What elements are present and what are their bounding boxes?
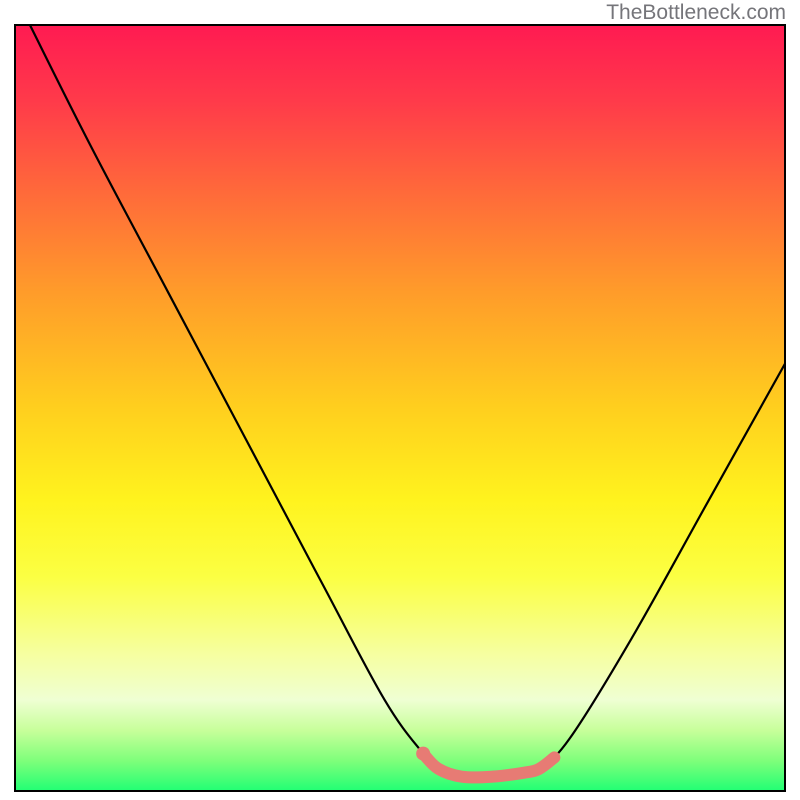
bottleneck-curve (29, 24, 786, 777)
chart-container: TheBottleneck.com (0, 0, 800, 800)
highlight-dot (416, 747, 430, 761)
highlight-segment (423, 754, 554, 778)
curve-svg (14, 24, 786, 792)
plot-area (14, 24, 786, 792)
watermark-text: TheBottleneck.com (606, 1, 786, 25)
